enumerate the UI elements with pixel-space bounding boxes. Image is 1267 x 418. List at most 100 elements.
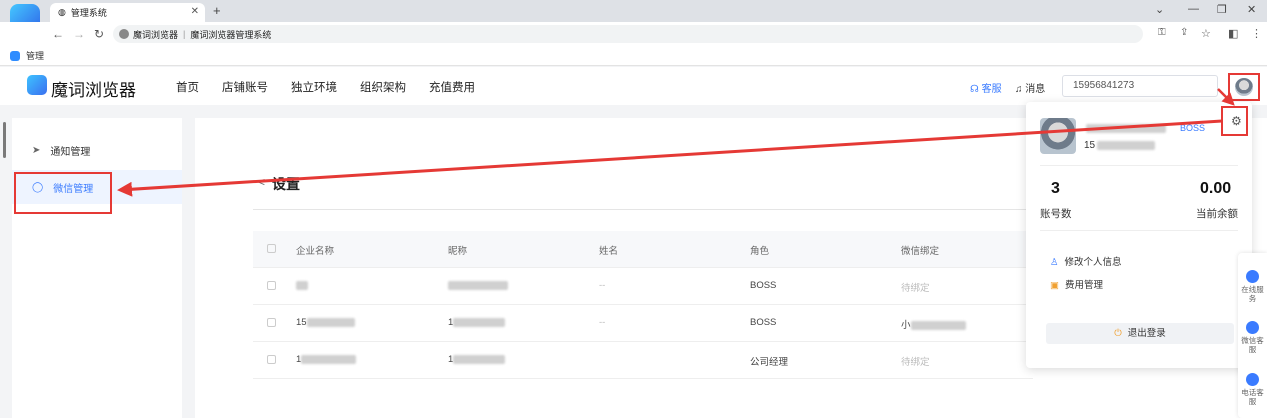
table-row[interactable]: -- BOSS 待绑定 — [253, 268, 1033, 305]
bookmarks-bar: 管理 — [0, 46, 1267, 66]
role-badge: BOSS — [1180, 123, 1206, 133]
phone-service-button[interactable]: 电话客服 — [1238, 373, 1267, 406]
phone-service-label: 电话客服 — [1241, 388, 1264, 406]
logout-label: 退出登录 — [1127, 328, 1166, 339]
cell-role: BOSS — [750, 280, 777, 291]
headset-icon: ☊ — [970, 84, 979, 95]
share-icon[interactable]: ⇪ — [1180, 27, 1188, 38]
user-avatar-button[interactable] — [1228, 73, 1260, 101]
nav-shop-accounts[interactable]: 店铺账号 — [222, 79, 268, 95]
page-title: 设置 — [272, 176, 300, 192]
col-company: 企业名称 — [296, 246, 335, 257]
online-service-label: 在线服务 — [1241, 285, 1264, 303]
logout-button[interactable]: ⏻ 退出登录 — [1046, 323, 1234, 344]
cell-wechat: 待绑定 — [901, 357, 930, 368]
avatar — [1235, 78, 1253, 96]
minimize-icon[interactable]: — — [1188, 3, 1199, 15]
reload-icon[interactable]: ↻ — [94, 27, 104, 41]
select-all-checkbox[interactable] — [267, 244, 276, 253]
dropdown-avatar — [1040, 118, 1076, 154]
col-nickname: 昵称 — [448, 246, 468, 257]
nav-organization[interactable]: 组织架构 — [360, 79, 406, 95]
tab-close-icon[interactable]: ✕ — [191, 6, 199, 17]
cell-role: BOSS — [750, 317, 777, 328]
col-wechat: 微信绑定 — [901, 246, 940, 257]
wechat-service-label: 微信客服 — [1241, 336, 1264, 354]
message-link[interactable]: ♫ 消息 — [1015, 80, 1045, 95]
wechat-text: 小 — [901, 320, 911, 331]
tab-search-icon[interactable]: ⌄ — [1155, 3, 1164, 16]
user-name-redacted — [1086, 124, 1166, 133]
redacted-mask — [296, 280, 308, 290]
redacted-mask — [453, 317, 506, 327]
star-icon[interactable]: ☆ — [1201, 27, 1211, 40]
cell-name: -- — [599, 317, 606, 328]
online-service-button[interactable]: 在线服务 — [1238, 270, 1267, 303]
more-menu-icon[interactable]: ⋮ — [1251, 27, 1262, 40]
app-header: 魔词浏览器 首页 店铺账号 独立环境 组织架构 充值费用 ☊ 客服 ♫ 消息 1… — [0, 67, 1267, 105]
redacted-mask — [448, 280, 508, 290]
forward-icon[interactable]: → — [73, 27, 85, 41]
sidebar-item-label: 通知管理 — [50, 146, 91, 158]
address-separator: | — [183, 29, 186, 39]
nav-home[interactable]: 首页 — [176, 79, 199, 95]
nav-environment[interactable]: 独立环境 — [291, 79, 337, 95]
tab-title: 管理系统 — [70, 8, 107, 18]
logo-icon — [27, 75, 47, 95]
accounts-label: 账号数 — [1040, 208, 1072, 220]
balance-label: 当前余额 — [1196, 208, 1238, 220]
table-row[interactable]: 1 1 公司经理 待绑定 — [253, 342, 1033, 379]
globe-icon: ◍ — [58, 7, 66, 17]
divider — [1040, 230, 1238, 231]
bell-icon: ♫ — [1015, 84, 1023, 95]
divider — [253, 209, 1033, 210]
cell-name: -- — [599, 280, 606, 291]
logo-text: 魔词浏览器 — [51, 81, 136, 100]
fee-manage-label: 费用管理 — [1064, 280, 1103, 291]
send-icon: ➤ — [32, 144, 41, 156]
chat-icon — [1246, 270, 1259, 283]
back-icon-settings[interactable]: < — [258, 175, 265, 189]
wechat-service-button[interactable]: 微信客服 — [1238, 321, 1267, 354]
edit-profile-label: 修改个人信息 — [1064, 257, 1122, 268]
address-page: 魔词浏览器管理系统 — [190, 29, 272, 40]
cell-company — [296, 280, 308, 291]
address-bar-row: ← → ↻ 魔词浏览器 | 魔词浏览器管理系统 ⚿ ⇪ ☆ ◧ ⋮ — [0, 22, 1267, 46]
table-row[interactable]: 15 1 -- BOSS 小 — [253, 305, 1033, 342]
browser-tab[interactable]: ◍ 管理系统 ✕ — [50, 3, 205, 22]
col-role: 角色 — [750, 246, 770, 257]
col-name: 姓名 — [599, 246, 619, 257]
phone-icon — [1246, 373, 1259, 386]
site-info-icon[interactable] — [119, 29, 129, 39]
wechat-icon — [1246, 321, 1259, 334]
balance-value: 0.00 — [1200, 180, 1232, 197]
address-bar[interactable]: 魔词浏览器 | 魔词浏览器管理系统 — [113, 25, 1143, 43]
redacted-mask — [301, 354, 357, 364]
company-text: 15 — [296, 317, 307, 328]
row-checkbox[interactable] — [267, 355, 276, 364]
edit-profile-link[interactable]: ♙ 修改个人信息 — [1050, 254, 1122, 268]
bookmark-item[interactable]: 管理 — [26, 49, 44, 62]
phone-text: 15 — [1084, 140, 1096, 151]
customer-service-link[interactable]: ☊ 客服 — [970, 80, 1002, 95]
fee-manage-link[interactable]: ▣ 费用管理 — [1050, 277, 1103, 291]
new-tab-button[interactable]: + — [213, 3, 221, 18]
account-select[interactable]: 15956841273 — [1062, 75, 1218, 97]
row-checkbox[interactable] — [267, 318, 276, 327]
back-icon[interactable]: ← — [52, 27, 64, 41]
key-icon[interactable]: ⚿ — [1158, 27, 1166, 38]
floating-service-bar: 在线服务 微信客服 电话客服 — [1238, 253, 1267, 418]
restore-icon[interactable]: ❐ — [1217, 3, 1227, 16]
cell-company: 1 — [296, 354, 357, 365]
row-checkbox[interactable] — [267, 281, 276, 290]
user-dropdown: BOSS 15 ⚙ 3 0.00 账号数 当前余额 ♙ 修改个人信息 ▣ 费用管理 … — [1026, 102, 1252, 368]
cell-nickname — [448, 280, 508, 291]
window-close-icon[interactable]: ✕ — [1247, 3, 1256, 16]
highlight-box-gear — [1221, 106, 1248, 136]
members-table: 企业名称 昵称 姓名 角色 微信绑定 -- BOSS 待绑定 15 1 -- B… — [253, 231, 1033, 379]
user-phone: 15 — [1084, 140, 1156, 151]
scrollbar[interactable] — [3, 122, 6, 158]
sidebar-item-notice[interactable]: ➤ 通知管理 — [12, 133, 182, 167]
sidepanel-icon[interactable]: ◧ — [1228, 27, 1238, 40]
nav-recharge[interactable]: 充值费用 — [429, 79, 475, 95]
